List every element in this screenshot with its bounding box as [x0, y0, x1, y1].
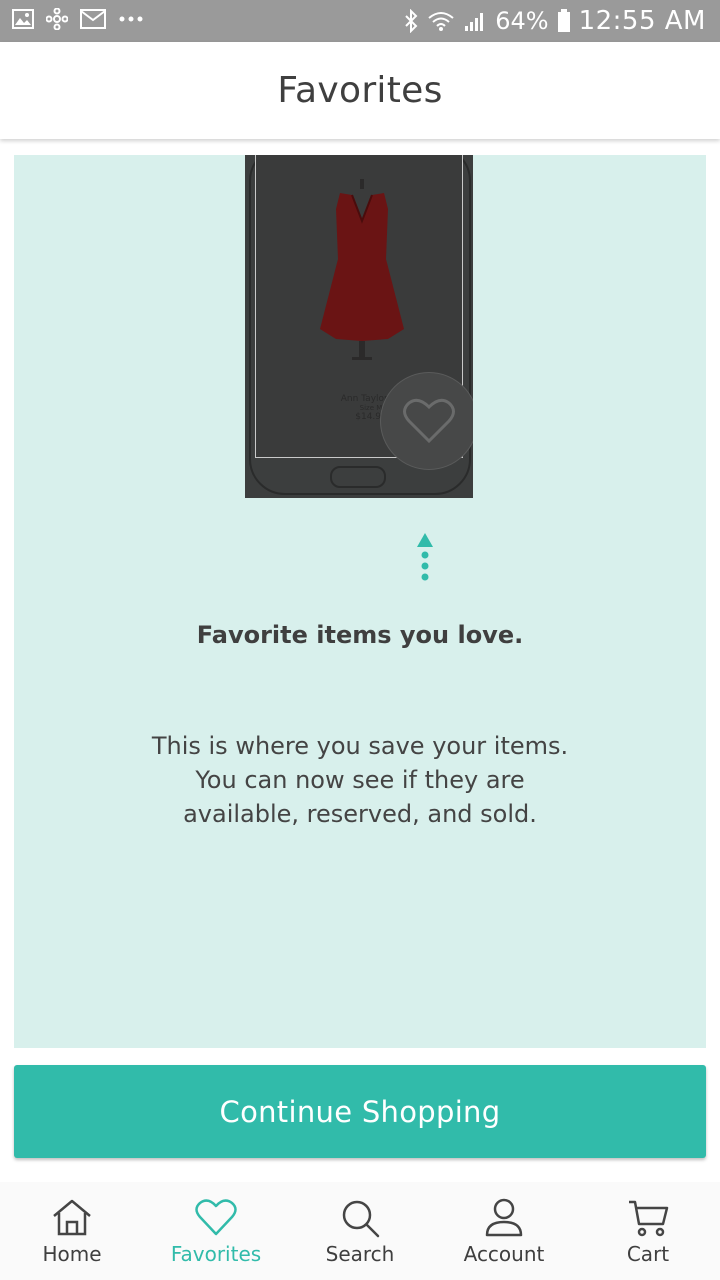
dress-image — [320, 179, 404, 360]
page-title: Favorites — [277, 70, 443, 111]
status-bar: 64% 12:55 AM — [0, 0, 720, 42]
nav-label-cart: Cart — [626, 1242, 670, 1266]
image-icon — [12, 9, 34, 29]
nav-item-search[interactable]: Search — [288, 1182, 432, 1280]
favorites-onboarding-panel: Ann Taylor Dr Size M $14.99 Favorite ite… — [14, 155, 706, 1048]
battery-percent: 64% — [495, 7, 549, 35]
phone-illustration: Ann Taylor Dr Size M $14.99 — [245, 155, 473, 498]
wifi-icon — [428, 12, 454, 31]
app-bar: Favorites — [0, 42, 720, 139]
gmail-icon — [80, 9, 106, 29]
arrow-up-dots-icon — [417, 533, 433, 581]
nav-label-search: Search — [325, 1242, 395, 1266]
pinwheel-icon — [46, 8, 68, 30]
onboarding-line-3: available, reserved, and sold. — [183, 800, 537, 828]
onboarding-line-1: This is where you save your items. — [151, 732, 569, 760]
onboarding-heading: Favorite items you love. — [196, 621, 524, 649]
nav-item-cart[interactable]: Cart — [576, 1182, 720, 1280]
heart-icon — [195, 1199, 237, 1236]
clock: 12:55 AM — [578, 6, 706, 36]
nav-label-favorites: Favorites — [170, 1242, 262, 1266]
battery-icon — [557, 9, 570, 32]
more-dots-icon — [119, 16, 143, 22]
signal-icon — [465, 13, 484, 31]
home-icon — [53, 1199, 91, 1236]
bluetooth-icon — [405, 9, 418, 33]
nav-item-favorites[interactable]: Favorites — [144, 1182, 288, 1280]
onboarding-line-2: You can now see if they are — [195, 766, 525, 794]
search-icon — [342, 1200, 380, 1238]
cart-icon — [629, 1200, 669, 1237]
nav-label-account: Account — [463, 1242, 545, 1266]
heart-outline-icon — [403, 398, 455, 444]
favorite-heart-highlight — [380, 372, 473, 470]
continue-shopping-button[interactable]: Continue Shopping — [14, 1065, 706, 1158]
onboarding-description: This is where you save your items. You c… — [110, 729, 610, 831]
nav-label-home: Home — [42, 1242, 102, 1266]
account-icon — [485, 1198, 523, 1237]
nav-item-home[interactable]: Home — [0, 1182, 144, 1280]
nav-item-account[interactable]: Account — [432, 1182, 576, 1280]
phone-home-button — [330, 466, 386, 488]
bottom-navigation: Home Favorites Search Account Cart — [0, 1182, 720, 1280]
